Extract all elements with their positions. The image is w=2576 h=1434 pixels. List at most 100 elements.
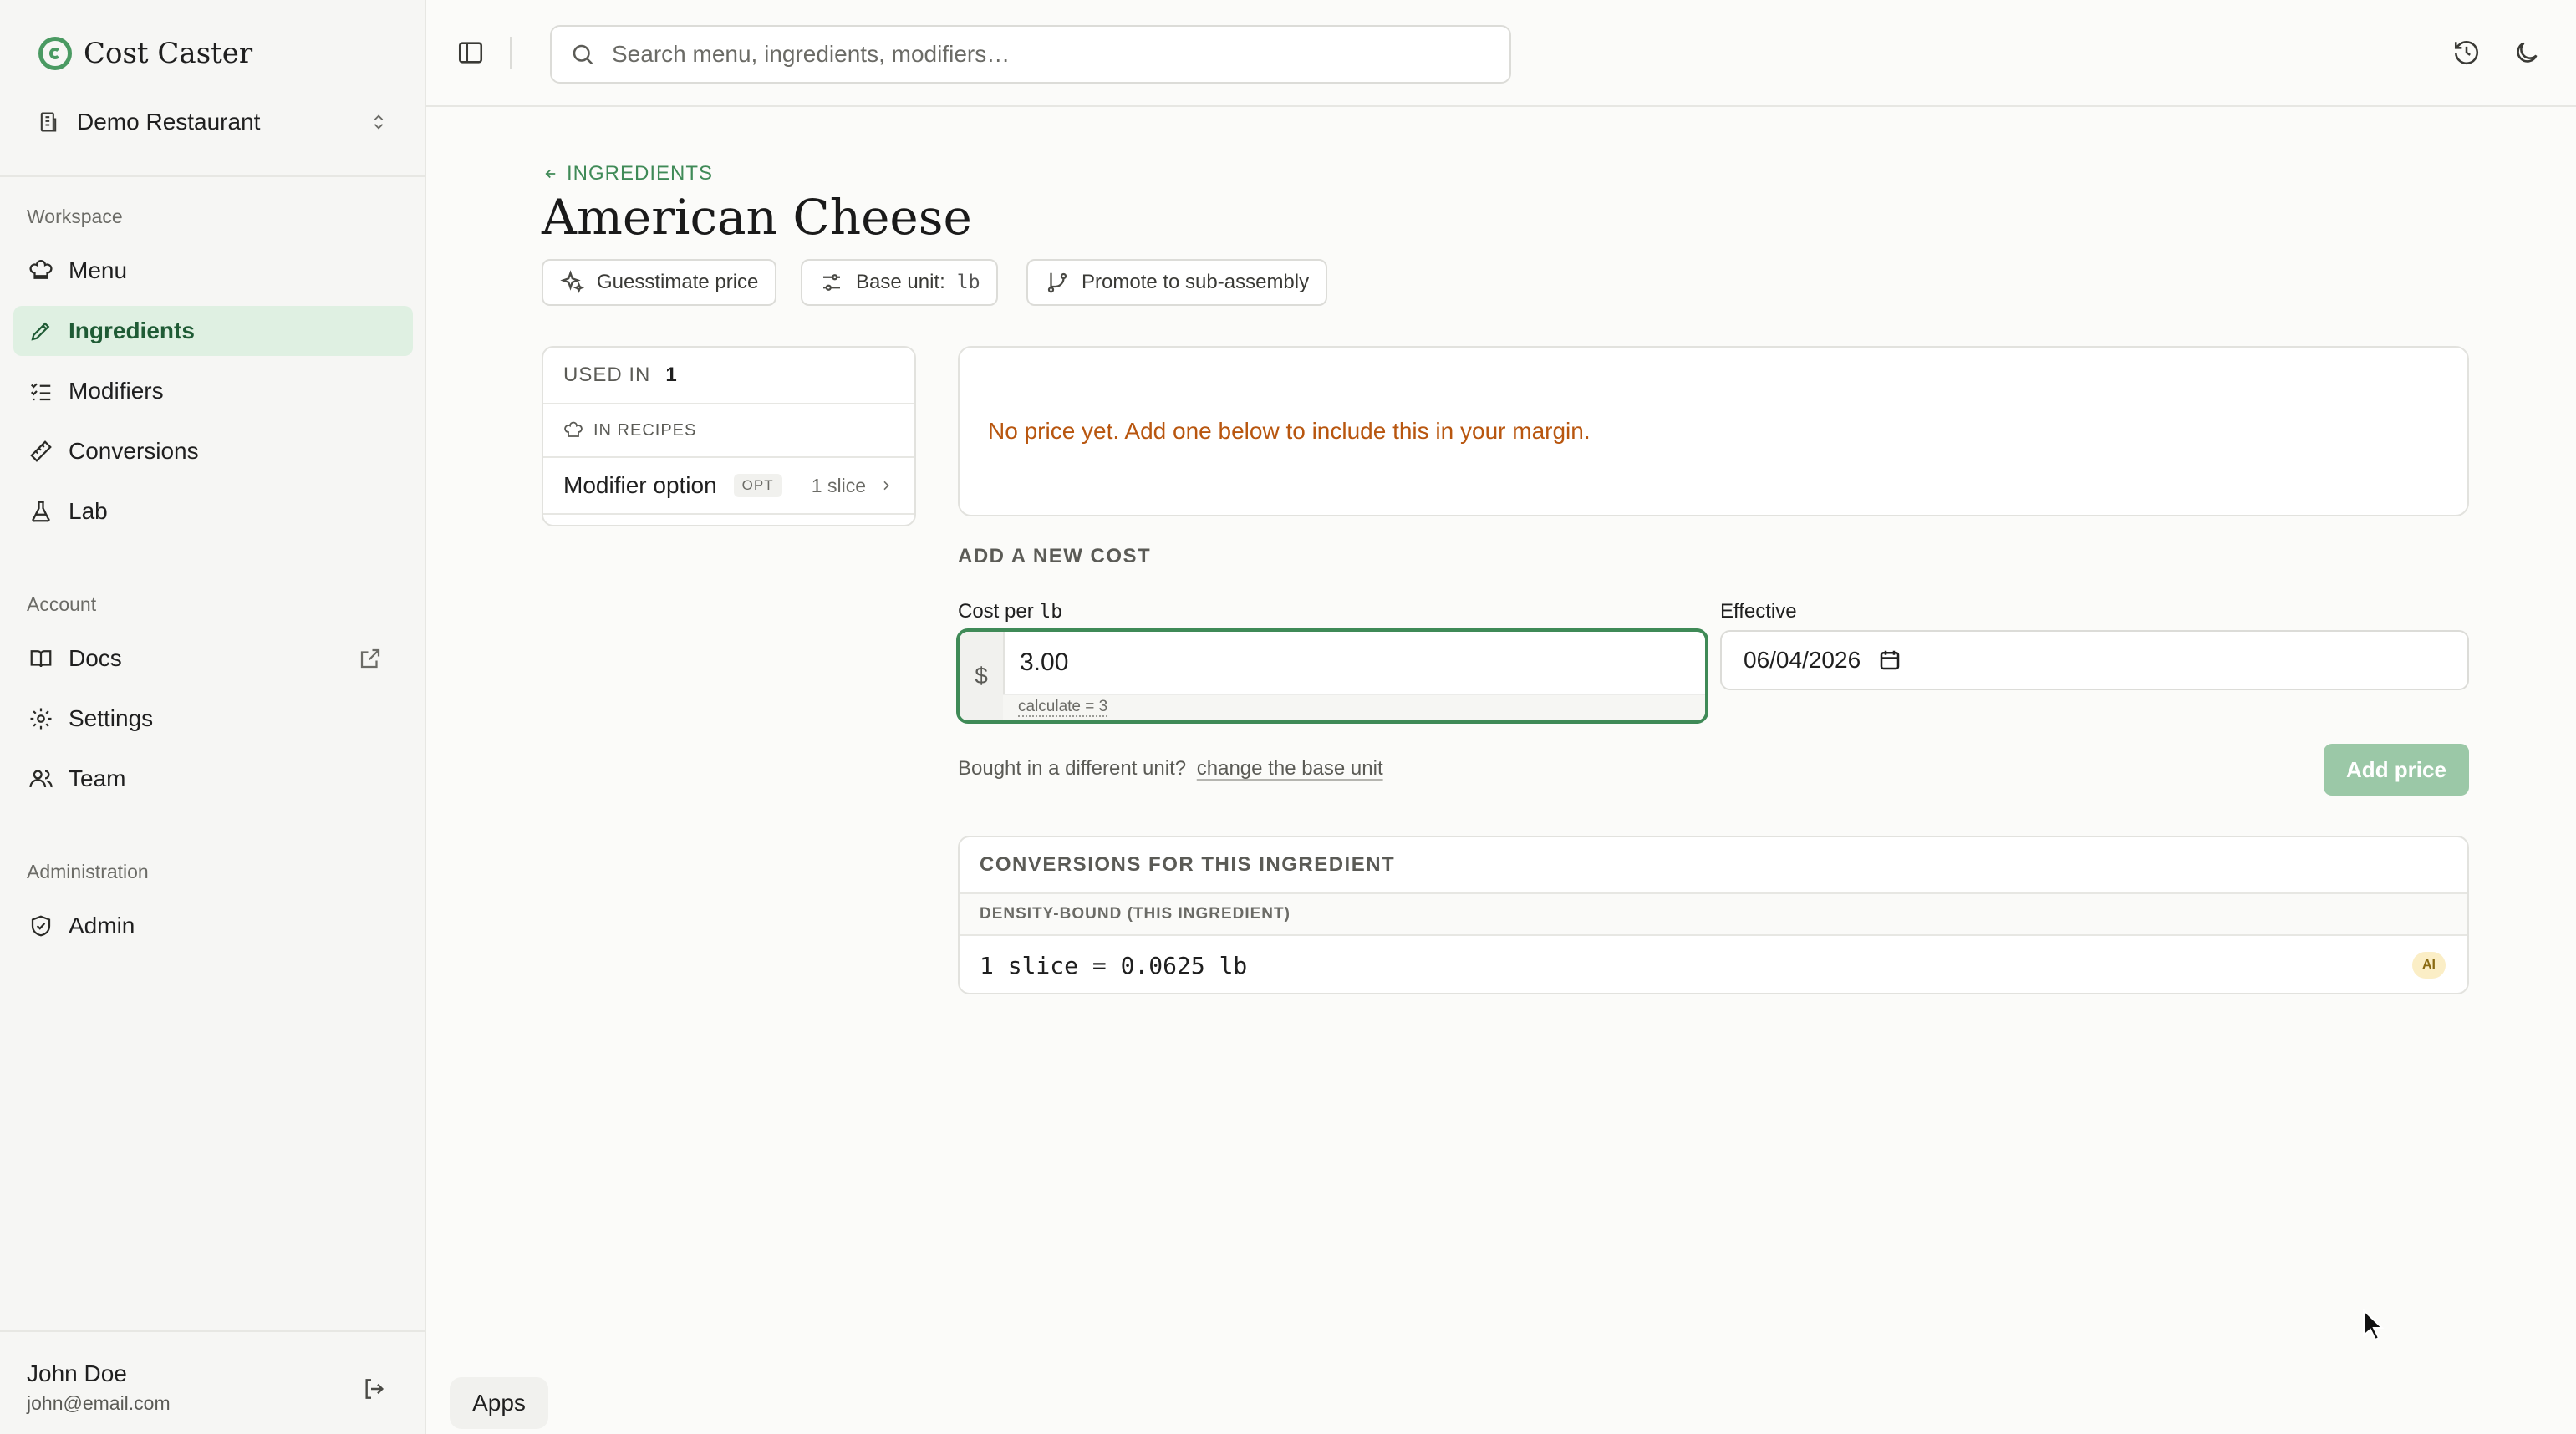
search-bar[interactable] [550, 25, 1511, 84]
used-in-label: USED IN [563, 364, 651, 386]
chef-hat-icon [564, 421, 583, 437]
no-price-notice: No price yet. Add one below to include t… [958, 346, 2469, 516]
used-in-card: USED IN 1 IN RECIPES Modifier option OPT… [542, 346, 916, 526]
apps-button[interactable]: Apps [450, 1377, 548, 1429]
user-name: John Doe [27, 1360, 127, 1386]
chevrons-up-down-icon [374, 114, 384, 130]
calendar-icon[interactable] [1877, 648, 1902, 673]
sidebar-item-docs[interactable]: Docs [13, 633, 413, 684]
sidebar-item-label: Settings [69, 705, 154, 731]
base-unit-label: Base unit: [856, 271, 945, 293]
bought-text: Bought in a different unit? [958, 757, 1187, 780]
sidebar-item-label: Docs [69, 645, 122, 671]
account-section-label: Account [27, 593, 97, 615]
conversion-row[interactable]: 1 slice = 0.0625 lb AI [960, 936, 2467, 993]
in-recipes-label: IN RECIPES [593, 420, 697, 440]
pencil-icon [31, 322, 50, 341]
calculate-hint-text: calculate = 3 [1018, 698, 1108, 717]
in-recipes-header: IN RECIPES [543, 404, 914, 458]
conversions-card: CONVERSIONS FOR THIS INGREDIENT DENSITY-… [958, 836, 2469, 994]
git-branch-icon [1047, 272, 1067, 293]
mouse-cursor-icon [2363, 1309, 2384, 1341]
sidebar-item-label: Modifiers [69, 378, 164, 404]
sidebar-toggle-icon[interactable] [456, 38, 485, 67]
sidebar-divider [0, 175, 426, 177]
cost-per-text: Cost per [958, 600, 1034, 623]
sidebar-footer-divider [0, 1330, 426, 1332]
ruler-icon [30, 440, 52, 462]
administration-section-label: Administration [27, 861, 149, 882]
search-input[interactable] [610, 40, 1449, 69]
density-bound-header: DENSITY-BOUND (THIS INGREDIENT) [960, 894, 2467, 936]
arrow-left-icon [545, 169, 556, 179]
cost-caster-logo-icon [38, 37, 72, 70]
chef-hat-icon [29, 260, 53, 279]
sidebar-item-label: Team [69, 765, 126, 791]
guesstimate-label: Guesstimate price [597, 271, 759, 293]
workspace-switcher[interactable]: Demo Restaurant [37, 109, 388, 135]
base-unit-button[interactable]: Base unit: lb [801, 259, 999, 306]
ai-badge: AI [2412, 952, 2446, 979]
currency-prefix: $ [960, 632, 1005, 720]
effective-label: Effective [1720, 600, 1797, 623]
back-link-label: INGREDIENTS [567, 162, 714, 185]
workspace-section-label: Workspace [27, 206, 123, 227]
sidebar-item-modifiers[interactable]: Modifiers [13, 366, 413, 416]
search-icon [573, 44, 593, 65]
change-base-unit-link[interactable]: change the base unit [1197, 757, 1383, 780]
sidebar-item-ingredients[interactable]: Ingredients [13, 306, 413, 356]
sidebar-item-conversions[interactable]: Conversions [13, 426, 413, 476]
effective-date-field[interactable]: 06/04/2026 [1720, 630, 2469, 690]
sparkles-icon [560, 270, 585, 293]
back-to-ingredients-link[interactable]: INGREDIENTS [543, 162, 713, 186]
no-price-message: No price yet. Add one below to include t… [988, 418, 1591, 444]
effective-date-value: 06/04/2026 [1744, 647, 1861, 673]
used-in-count: 1 [665, 364, 678, 386]
sidebar: Cost Caster Demo Restaurant Workspace Me… [0, 0, 426, 1434]
conversions-header: CONVERSIONS FOR THIS INGREDIENT [960, 837, 2467, 894]
promote-label: Promote to sub-assembly [1082, 271, 1310, 293]
logout-icon[interactable] [361, 1376, 388, 1402]
conversion-text: 1 slice = 0.0625 lb [980, 951, 1248, 979]
add-new-cost-heading: ADD A NEW COST [958, 545, 1152, 567]
base-unit-value: lb [956, 272, 980, 293]
brand-name: Cost Caster [84, 37, 253, 70]
workspace-name: Demo Restaurant [77, 109, 261, 135]
sidebar-item-label: Lab [69, 498, 108, 524]
page-title: American Cheese [542, 189, 972, 246]
building-icon [40, 112, 57, 132]
external-link-icon [360, 648, 380, 669]
used-in-header: USED IN 1 [543, 348, 914, 404]
recipe-quantity: 1 slice [812, 475, 893, 497]
sidebar-item-admin[interactable]: Admin [13, 901, 413, 951]
sidebar-item-menu[interactable]: Menu [13, 246, 413, 296]
sidebar-item-lab[interactable]: Lab [13, 486, 413, 536]
history-icon[interactable] [2452, 38, 2481, 67]
sliders-icon [823, 274, 840, 291]
sidebar-item-label: Conversions [69, 438, 199, 464]
gear-icon [30, 708, 52, 730]
cost-per-label: Cost per lb [958, 600, 1062, 623]
sidebar-item-settings[interactable]: Settings [13, 694, 413, 744]
shield-check-icon [31, 915, 51, 937]
user-email: john@email.com [27, 1392, 171, 1414]
top-bar [426, 0, 2576, 107]
cost-per-unit: lb [1039, 601, 1063, 623]
list-item[interactable]: Modifier option OPT 1 slice [543, 458, 914, 515]
users-icon [29, 770, 53, 788]
promote-to-sub-assembly-button[interactable]: Promote to sub-assembly [1026, 259, 1328, 306]
moon-icon[interactable] [2512, 38, 2541, 67]
add-price-button[interactable]: Add price [2324, 744, 2469, 796]
book-icon [30, 650, 52, 668]
flask-icon [32, 501, 50, 522]
cost-input[interactable] [1020, 648, 1605, 677]
cost-field[interactable]: $ calculate = 3 [956, 628, 1708, 724]
sidebar-item-team[interactable]: Team [13, 754, 413, 804]
list-checks-icon [30, 383, 51, 401]
toolbar-separator [510, 37, 512, 69]
brand[interactable]: Cost Caster [38, 37, 252, 70]
recipe-name: Modifier option [563, 472, 717, 498]
sidebar-item-label: Menu [69, 257, 128, 283]
user-profile: John Doe john@email.com [27, 1360, 171, 1415]
guesstimate-price-button[interactable]: Guesstimate price [542, 259, 777, 306]
